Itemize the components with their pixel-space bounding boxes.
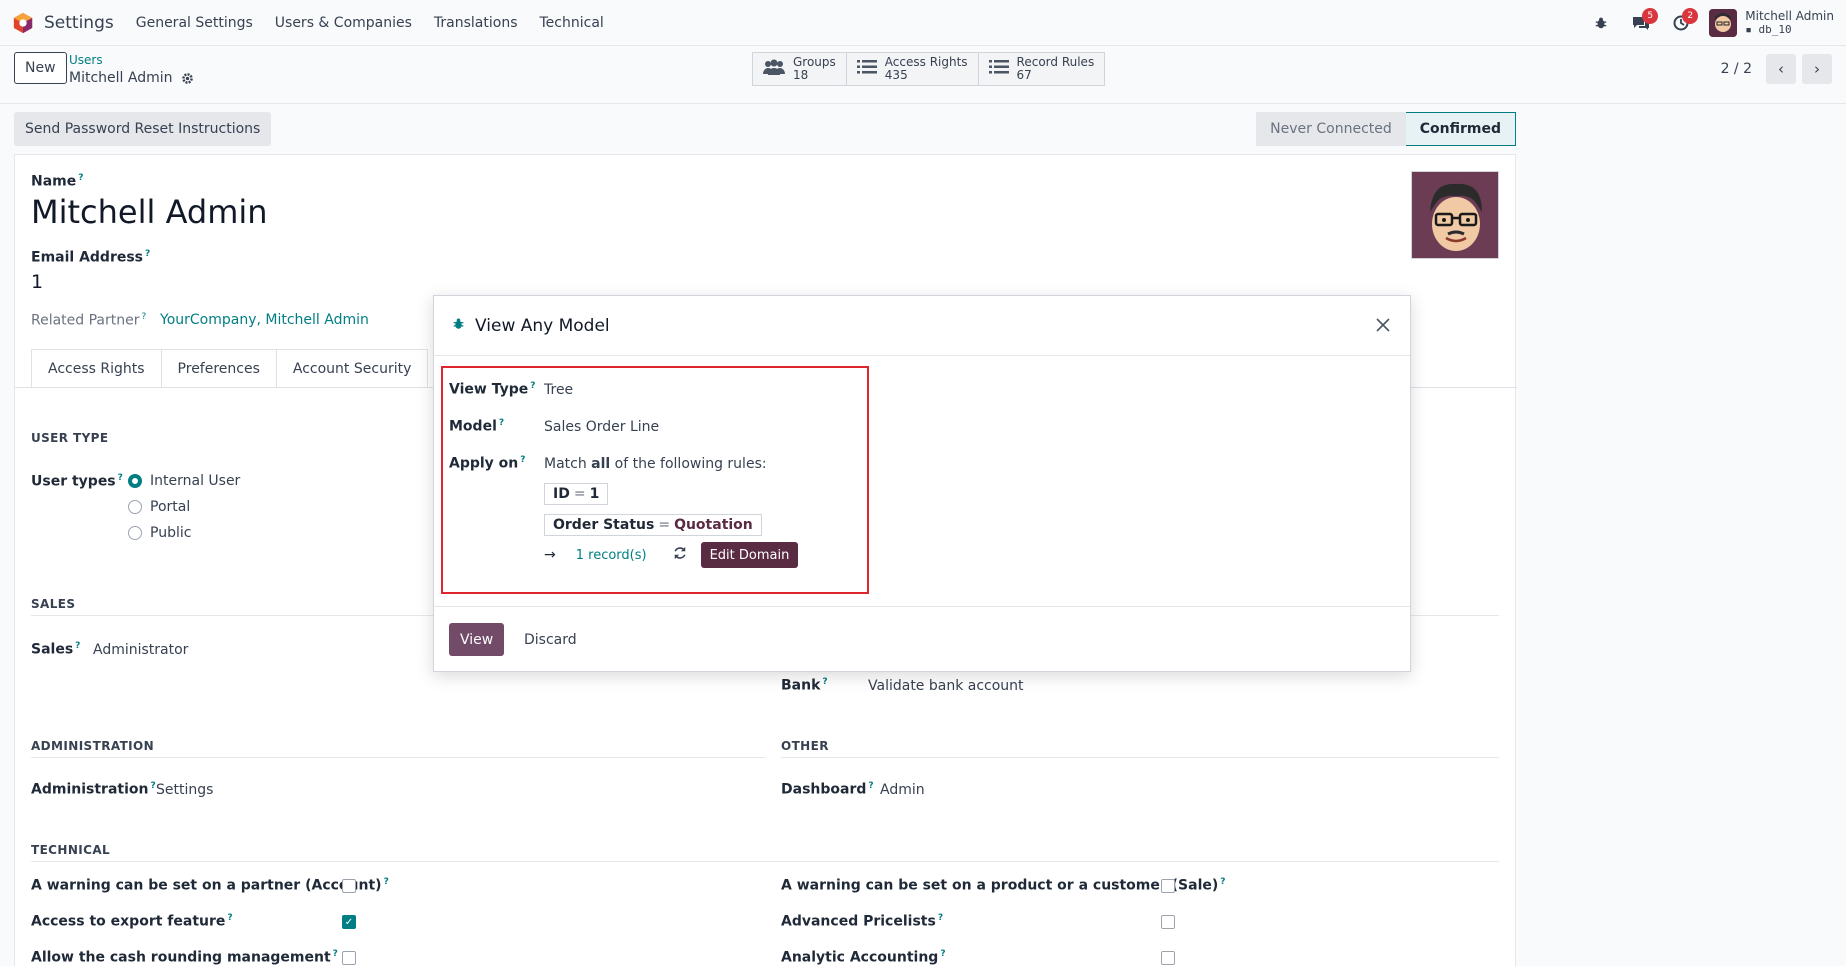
edit-domain-button[interactable]: Edit Domain <box>700 542 799 568</box>
modal-footer: View Discard <box>434 606 1410 671</box>
view-type-select[interactable]: Tree <box>544 382 573 398</box>
refresh-icon[interactable] <box>673 546 687 564</box>
domain-rule-order-status[interactable]: Order Status = Quotation <box>544 514 762 536</box>
apply-on-label: Apply on? <box>449 455 526 472</box>
model-select[interactable]: Sales Order Line <box>544 419 659 435</box>
model-label: Model? <box>449 418 505 435</box>
arrow-right-icon: → <box>544 547 556 563</box>
modal-title: View Any Model <box>475 315 610 336</box>
close-icon[interactable] <box>1370 312 1396 338</box>
record-count-link[interactable]: 1 record(s) <box>576 548 647 563</box>
view-any-model-dialog: View Any Model View Type? Tree Model? Sa… <box>433 295 1411 672</box>
discard-button[interactable]: Discard <box>518 623 583 656</box>
view-button[interactable]: View <box>449 623 505 656</box>
bug-icon <box>452 317 465 334</box>
match-text: Match all of the following rules: <box>544 456 767 472</box>
domain-record-row: → 1 record(s) Edit Domain <box>544 542 799 568</box>
modal-header: View Any Model <box>434 296 1410 356</box>
domain-rule-id[interactable]: ID = 1 <box>544 483 609 505</box>
help-tooltip-icon[interactable]: ? <box>530 381 535 391</box>
view-type-label: View Type? <box>449 381 536 398</box>
help-tooltip-icon[interactable]: ? <box>499 418 504 428</box>
help-tooltip-icon[interactable]: ? <box>520 455 525 465</box>
